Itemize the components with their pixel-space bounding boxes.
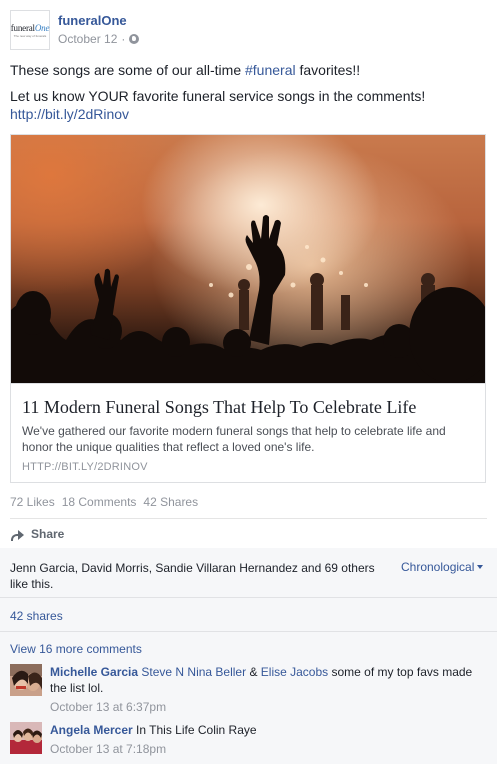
page-avatar-logo[interactable]: funeralOne The new way of funerals: [10, 10, 50, 50]
comment-body: Angela Mercer In This Life Colin Raye Oc…: [50, 722, 480, 757]
comments-section: Jenn Garcia, David Morris, Sandie Villar…: [0, 548, 497, 764]
comment-timestamp[interactable]: October 13 at 6:37pm: [50, 699, 480, 715]
comment-connector: &: [246, 665, 261, 679]
logo-wordmark: funeralOne: [10, 22, 50, 33]
comment-order-dropdown[interactable]: Chronological: [401, 560, 484, 574]
likes-divider: [0, 597, 497, 598]
link-preview-description: We've gathered our favorite modern funer…: [22, 424, 446, 454]
meta-separator: ·: [121, 32, 126, 46]
concert-crowd-image[interactable]: [11, 135, 485, 383]
share-arrow-icon: [10, 528, 24, 541]
post-message-line2: Let us know YOUR favorite funeral servic…: [10, 88, 426, 104]
share-label: Share: [31, 527, 65, 541]
globe-icon[interactable]: [129, 34, 140, 44]
hashtag-link[interactable]: #funeral: [245, 62, 296, 78]
avatar[interactable]: [10, 664, 42, 696]
facebook-post: funeralOne The new way of funerals funer…: [0, 0, 497, 764]
tagged-user-link[interactable]: Steve N Nina Beller: [141, 665, 246, 679]
avatar[interactable]: [10, 722, 42, 754]
view-more-comments-link[interactable]: View 16 more comments: [10, 642, 142, 656]
likes-count-link[interactable]: 72 Likes: [10, 495, 55, 509]
comment-body: Michelle Garcia Steve N Nina Beller & El…: [50, 664, 480, 715]
chevron-down-icon: [477, 565, 484, 569]
likes-summary[interactable]: Jenn Garcia, David Morris, Sandie Villar…: [10, 560, 390, 592]
link-preview-title[interactable]: 11 Modern Funeral Songs That Help To Cel…: [22, 397, 416, 418]
tagged-user-link[interactable]: Elise Jacobs: [261, 665, 328, 679]
link-preview-domain: HTTP://BIT.LY/2DRINOV: [22, 461, 148, 473]
post-meta: October 12 ·: [58, 32, 140, 46]
logo-tagline: The new way of funerals: [13, 33, 47, 38]
post-url-link[interactable]: http://bit.ly/2dRinov: [10, 106, 129, 122]
comment-text: In This Life Colin Raye: [132, 723, 257, 737]
post-date-link[interactable]: October 12: [58, 32, 117, 46]
post-stats: 72 Likes 18 Comments 42 Shares: [10, 495, 198, 509]
shares-count-link[interactable]: 42 Shares: [143, 495, 198, 509]
page-name-link[interactable]: funeralOne: [58, 13, 127, 28]
commenter-name-link[interactable]: Angela Mercer: [50, 723, 133, 737]
comment-order-label: Chronological: [401, 560, 475, 574]
commenter-name-link[interactable]: Michelle Garcia: [50, 665, 138, 679]
link-preview-body[interactable]: 11 Modern Funeral Songs That Help To Cel…: [11, 383, 485, 482]
shares-link[interactable]: 42 shares: [10, 609, 63, 623]
comments-count-link[interactable]: 18 Comments: [62, 495, 137, 509]
shares-divider: [0, 631, 497, 632]
message-text: favorites!!: [295, 62, 361, 78]
share-button[interactable]: Share: [10, 527, 64, 541]
link-preview-card[interactable]: 11 Modern Funeral Songs That Help To Cel…: [10, 134, 486, 483]
comment-timestamp[interactable]: October 13 at 7:18pm: [50, 741, 480, 757]
post-message-line1: These songs are some of our all-time #fu…: [10, 62, 360, 78]
message-text: These songs are some of our all-time: [10, 62, 245, 78]
stats-divider: [10, 518, 487, 519]
